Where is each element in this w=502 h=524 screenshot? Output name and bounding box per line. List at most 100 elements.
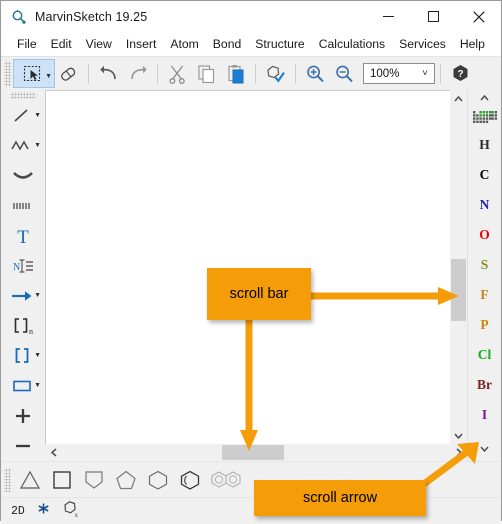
drawing-tools-toolbar: ▼ ▼ T N ▼ n ▼ ▼ xyxy=(1,90,45,461)
toolbar-separator xyxy=(157,63,158,84)
menu-file[interactable]: File xyxy=(10,34,44,54)
decrease-charge-button[interactable] xyxy=(3,431,43,461)
reaction-arrow-tool-button[interactable]: ▼ xyxy=(3,281,43,311)
marvinsketch-window: MarvinSketch 19.25 File Edit View Insert… xyxy=(0,0,502,524)
cyclobutane-tool-button[interactable] xyxy=(46,465,78,495)
drawing-canvas[interactable] xyxy=(45,90,450,444)
svg-text:T: T xyxy=(17,227,29,247)
menu-bar: File Edit View Insert Atom Bond Structur… xyxy=(1,32,501,56)
cyclopentane-tool-button[interactable] xyxy=(110,465,142,495)
element-button-f[interactable]: F xyxy=(470,280,500,310)
copy-button[interactable] xyxy=(192,60,221,87)
dashed-bond-tool-button[interactable] xyxy=(3,191,43,221)
horizontal-scroll-track[interactable] xyxy=(62,444,450,461)
clean-structure-icon[interactable]: x xyxy=(62,500,80,523)
toolbar-separator xyxy=(255,63,256,84)
cut-button[interactable] xyxy=(163,60,192,87)
cyclopropane-tool-button[interactable] xyxy=(14,465,46,495)
cyclohexane-tool-button[interactable] xyxy=(142,465,174,495)
periodic-table-icon[interactable] xyxy=(472,108,498,130)
window-title: MarvinSketch 19.25 xyxy=(35,9,148,24)
scroll-up-arrow-button[interactable] xyxy=(450,90,467,107)
element-button-h[interactable]: H xyxy=(470,130,500,160)
chevron-down-icon[interactable]: ˅ xyxy=(422,68,428,79)
menu-services[interactable]: Services xyxy=(392,34,453,54)
scroll-right-arrow-button[interactable] xyxy=(450,444,467,461)
scroll-down-arrow-button[interactable] xyxy=(450,427,467,444)
ring-templates-toolbar xyxy=(1,461,501,497)
bracket-tool-button[interactable]: ▼ xyxy=(3,341,43,371)
element-button-o[interactable]: O xyxy=(470,220,500,250)
horizontal-scroll-thumb[interactable] xyxy=(222,445,284,460)
redo-button[interactable] xyxy=(123,60,152,87)
paste-button[interactable] xyxy=(221,60,250,87)
scroll-left-arrow-button[interactable] xyxy=(45,444,62,461)
single-bond-tool-button[interactable]: ▼ xyxy=(3,101,43,131)
chevron-down-icon[interactable]: ▼ xyxy=(34,352,41,359)
element-button-s[interactable]: S xyxy=(470,250,500,280)
main-toolbar: ▼ 100% ˅ ? xyxy=(1,56,501,90)
toolbar-separator xyxy=(88,63,89,84)
chevron-down-icon[interactable]: ▼ xyxy=(45,73,52,80)
left-toolbar-grip[interactable] xyxy=(10,92,36,99)
naphthalene-tool-button[interactable] xyxy=(206,465,246,495)
element-symbol: F xyxy=(480,287,489,302)
svg-text:N: N xyxy=(13,262,20,273)
svg-text:?: ? xyxy=(457,69,463,80)
maximize-button[interactable] xyxy=(411,1,456,32)
vertical-scroll-track[interactable] xyxy=(450,107,467,427)
menu-edit[interactable]: Edit xyxy=(44,34,79,54)
atom-label-tool-button[interactable]: N xyxy=(3,251,43,281)
chevron-down-icon[interactable]: ▼ xyxy=(34,112,41,119)
zoom-in-button[interactable] xyxy=(301,60,330,87)
palette-scroll-up-button[interactable] xyxy=(468,90,502,106)
palette-scroll-down-button[interactable] xyxy=(468,441,502,457)
increase-charge-button[interactable] xyxy=(3,401,43,431)
cyclopentadiene-tool-button[interactable] xyxy=(78,465,110,495)
zoom-level-combobox[interactable]: 100% ˅ xyxy=(363,63,435,84)
zoom-out-button[interactable] xyxy=(330,60,359,87)
horizontal-scrollbar[interactable] xyxy=(45,444,467,461)
text-tool-button[interactable]: T xyxy=(3,221,43,251)
element-button-cl[interactable]: Cl xyxy=(470,340,500,370)
element-symbol: S xyxy=(480,257,489,272)
structure-check-button[interactable] xyxy=(261,60,290,87)
minimize-button[interactable] xyxy=(366,1,411,32)
menu-bond[interactable]: Bond xyxy=(206,34,248,54)
window-controls xyxy=(366,1,501,32)
element-symbol: O xyxy=(479,227,490,242)
chevron-down-icon[interactable]: ▼ xyxy=(34,142,41,149)
menu-help[interactable]: Help xyxy=(453,34,492,54)
menu-structure[interactable]: Structure xyxy=(248,34,311,54)
frame-tool-button[interactable]: ▼ xyxy=(3,371,43,401)
element-symbol: N xyxy=(479,197,490,212)
menu-insert[interactable]: Insert xyxy=(119,34,163,54)
vertical-scroll-thumb[interactable] xyxy=(451,259,466,321)
element-symbol: H xyxy=(479,137,490,152)
help-button[interactable]: ? xyxy=(446,60,475,87)
close-button[interactable] xyxy=(456,1,501,32)
menu-calculations[interactable]: Calculations xyxy=(312,34,392,54)
ring-toolbar-grip[interactable] xyxy=(4,467,11,492)
vertical-scrollbar[interactable] xyxy=(450,90,467,444)
element-symbol: C xyxy=(479,167,490,182)
element-button-c[interactable]: C xyxy=(470,160,500,190)
element-button-n[interactable]: N xyxy=(470,190,500,220)
element-button-p[interactable]: P xyxy=(470,310,500,340)
toolbar-grip[interactable] xyxy=(4,60,11,87)
chevron-down-icon[interactable]: ▼ xyxy=(34,292,41,299)
dimension-mode-label[interactable]: 2D xyxy=(11,505,25,518)
undo-button[interactable] xyxy=(94,60,123,87)
menu-atom[interactable]: Atom xyxy=(163,34,205,54)
chain-tool-button[interactable]: ▼ xyxy=(3,131,43,161)
eraser-tool-button[interactable] xyxy=(54,60,83,87)
menu-view[interactable]: View xyxy=(79,34,119,54)
chevron-down-icon[interactable]: ▼ xyxy=(34,382,41,389)
repeating-unit-tool-button[interactable]: n xyxy=(3,311,43,341)
benzene-tool-button[interactable] xyxy=(174,465,206,495)
asterisk-icon[interactable] xyxy=(37,502,50,520)
select-tool-button[interactable]: ▼ xyxy=(13,59,55,88)
element-button-i[interactable]: I xyxy=(470,400,500,430)
arc-tool-button[interactable] xyxy=(3,161,43,191)
element-button-br[interactable]: Br xyxy=(470,370,500,400)
